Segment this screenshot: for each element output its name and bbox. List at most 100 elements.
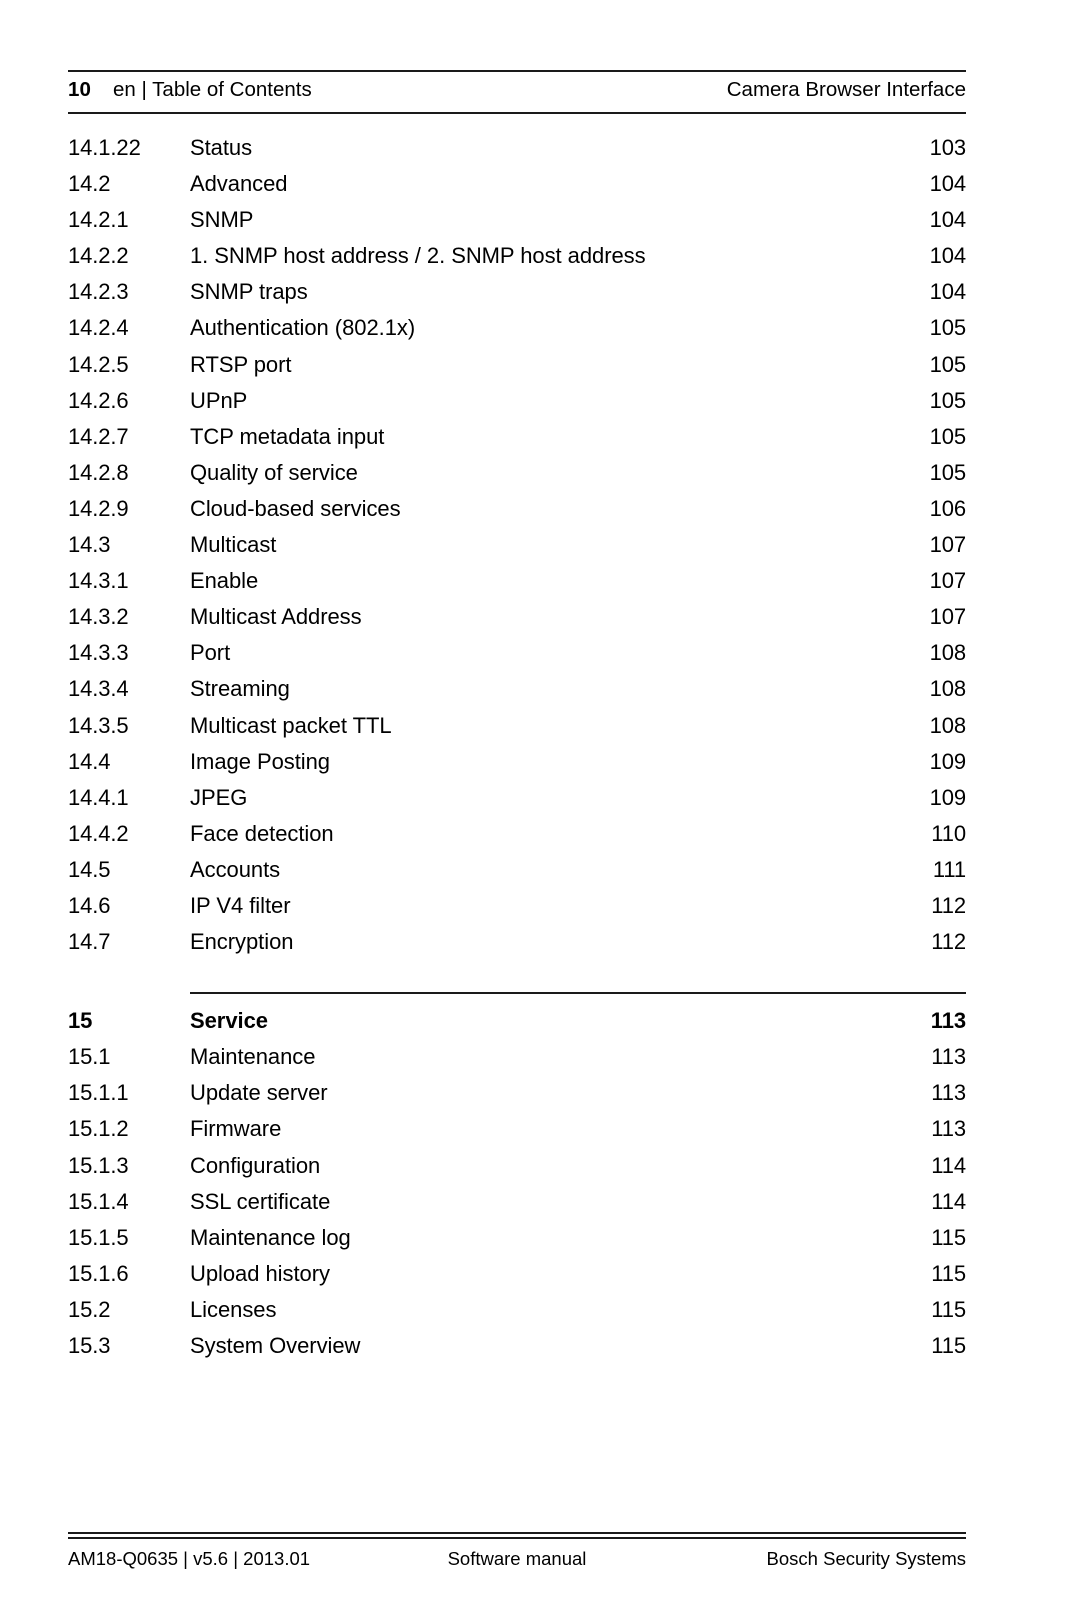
toc-entry-number: 14.3.4 (68, 676, 129, 702)
toc-entry-page-number: 114 (931, 1188, 966, 1214)
toc-entry[interactable]: 14.2.3 SNMP traps 104 (68, 274, 966, 310)
toc-entry-title: Licenses (190, 1296, 277, 1322)
toc-entry-page-number: 105 (929, 387, 967, 413)
toc-entry-page-number: 104 (929, 207, 967, 233)
toc-entry-title: TCP metadata input (190, 423, 385, 449)
toc-entry-title: SNMP traps (190, 279, 308, 305)
toc-entry[interactable]: 14.4.2 Face detection 110 (68, 816, 966, 852)
toc-entry-page-number: 103 (929, 135, 967, 160)
toc-entry-title: Streaming (190, 676, 290, 702)
toc-entry-page-number: 109 (929, 784, 967, 810)
toc-entry-page-number: 104 (929, 171, 967, 197)
toc-entry[interactable]: 14.2.5 RTSP port 105 (68, 347, 966, 383)
toc-entry-number: 14.2.4 (68, 315, 129, 341)
toc-entry[interactable]: 14.3 Multicast 107 (68, 527, 966, 563)
toc-entry[interactable]: 14.3.2 Multicast Address 107 (68, 599, 966, 635)
toc-entry-title: Service (190, 1008, 268, 1034)
toc-entry-number: 15.1.2 (68, 1116, 129, 1142)
toc-entry-number: 14.3.3 (68, 640, 129, 666)
toc-entry-page-number: 105 (929, 459, 967, 485)
toc-entry-page-number: 112 (931, 929, 966, 955)
footer-company: Bosch Security Systems (766, 1547, 966, 1569)
toc-entry-title: Quality of service (190, 459, 358, 485)
toc-entry[interactable]: 14.2.7 TCP metadata input 105 (68, 419, 966, 455)
toc-entry-page-number: 107 (929, 568, 967, 594)
toc-entry[interactable]: 15.2 Licenses 115 (68, 1292, 966, 1328)
section-divider-rule (190, 992, 966, 995)
toc-entry-title: Multicast packet TTL (190, 712, 392, 738)
toc-entry-page-number: 115 (931, 1333, 966, 1358)
toc-entry-page-number: 111 (932, 856, 966, 882)
toc-entry-title: 1. SNMP host address / 2. SNMP host addr… (190, 243, 646, 269)
toc-entry-number: 14.6 (68, 892, 111, 918)
toc-entry[interactable]: 14.3.3 Port 108 (68, 635, 966, 671)
toc-entry-page-number: 114 (931, 1152, 966, 1178)
toc-entry-number: 14.2.1 (68, 207, 129, 233)
toc-entry-number: 15.1.5 (68, 1224, 129, 1250)
toc-entry-page-number: 107 (929, 532, 967, 558)
toc-entry[interactable]: 14.4 Image Posting 109 (68, 744, 966, 780)
toc-entry[interactable]: 14.3.4 Streaming 108 (68, 671, 966, 707)
toc-entry-title: SNMP (190, 207, 254, 233)
toc-entry-page-number: 107 (929, 604, 967, 630)
toc-entry[interactable]: 15 Service 113 (68, 1003, 966, 1039)
toc-entry[interactable]: 14.2 Advanced 104 (68, 166, 966, 202)
toc-entry-page-number: 110 (931, 820, 966, 846)
toc-entry-number: 15.1.4 (68, 1188, 129, 1214)
toc-entry[interactable]: 15.1 Maintenance 113 (68, 1039, 966, 1075)
toc-entry-title: Encryption (190, 929, 294, 955)
footer-row: AM18-Q0635 | v5.6 | 2013.01 Software man… (68, 1539, 966, 1570)
toc-entry[interactable]: 15.1.2 Firmware 113 (68, 1111, 966, 1147)
toc-entry[interactable]: 15.1.3 Configuration 114 (68, 1148, 966, 1184)
toc-entry-title: Status (190, 135, 253, 160)
footer-manual-type: Software manual (447, 1547, 587, 1569)
toc-entry[interactable]: 14.6 IP V4 filter 112 (68, 888, 966, 924)
toc-entry[interactable]: 14.2.4 Authentication (802.1x) 105 (68, 310, 966, 346)
toc-entry[interactable]: 15.1.1 Update server 113 (68, 1075, 966, 1111)
toc-entry-number: 14.2.9 (68, 495, 129, 521)
toc-entry-page-number: 115 (931, 1260, 966, 1286)
toc-entry-title: JPEG (190, 784, 248, 810)
toc-entry[interactable]: 14.2.6 UPnP 105 (68, 383, 966, 419)
toc-entry-page-number: 105 (929, 423, 967, 449)
toc-entry[interactable]: 14.5 Accounts 111 (68, 852, 966, 888)
page-header: 10 en | Table of Contents Camera Browser… (68, 70, 966, 114)
header-breadcrumb: en | Table of Contents (113, 78, 312, 101)
toc-entry[interactable]: 14.1.22 Status 103 (68, 130, 966, 166)
toc-entry[interactable]: 14.2.9 Cloud-based services 106 (68, 491, 966, 527)
toc-entry-title: Multicast (190, 532, 277, 558)
toc-entry-number: 15.1.3 (68, 1152, 129, 1178)
toc-entry[interactable]: 15.1.4 SSL certificate 114 (68, 1184, 966, 1220)
toc-entry-number: 14.2 (68, 171, 111, 197)
toc-entry[interactable]: 15.3 System Overview 115 (68, 1328, 966, 1364)
toc-entry-number: 15.1 (68, 1044, 111, 1070)
toc-entry-number: 15.3 (68, 1333, 111, 1358)
toc-entry-title: Face detection (190, 820, 334, 846)
toc-entry[interactable]: 15.1.5 Maintenance log 115 (68, 1220, 966, 1256)
toc-entry-page-number: 108 (929, 676, 967, 702)
toc-entry[interactable]: 14.3.5 Multicast packet TTL 108 (68, 708, 966, 744)
toc-entry[interactable]: 14.2.2 1. SNMP host address / 2. SNMP hos… (68, 238, 966, 274)
toc-entry-number: 15.1.1 (68, 1080, 129, 1106)
toc-entry[interactable]: 15.1.6 Upload history 115 (68, 1256, 966, 1292)
toc-entry-number: 14.3 (68, 532, 111, 558)
toc-entry-number: 14.2.7 (68, 423, 129, 449)
toc-entry-number: 14.2.3 (68, 279, 129, 305)
toc-entry-page-number: 108 (929, 712, 967, 738)
toc-entry-title: Configuration (190, 1152, 321, 1178)
toc-entry[interactable]: 14.2.8 Quality of service 105 (68, 455, 966, 491)
toc-entry[interactable]: 14.7 Encryption 112 (68, 924, 966, 960)
toc-entry-page-number: 105 (929, 315, 967, 341)
toc-entry-page-number: 113 (931, 1080, 966, 1106)
toc-entry[interactable]: 14.3.1 Enable 107 (68, 563, 966, 599)
toc-entry-title: Multicast Address (190, 604, 362, 630)
toc-entry[interactable]: 14.2.1 SNMP 104 (68, 202, 966, 238)
footer-document-id: AM18-Q0635 | v5.6 | 2013.01 (68, 1547, 311, 1569)
toc-entry[interactable]: 14.4.1 JPEG 109 (68, 780, 966, 816)
toc-entry-title: Authentication (802.1x) (190, 315, 416, 341)
toc-entry-title: Enable (190, 568, 259, 594)
toc-entry-title: Image Posting (190, 748, 330, 774)
toc-entry-number: 14.4.1 (68, 784, 129, 810)
header-page-number: 10 (68, 78, 92, 101)
